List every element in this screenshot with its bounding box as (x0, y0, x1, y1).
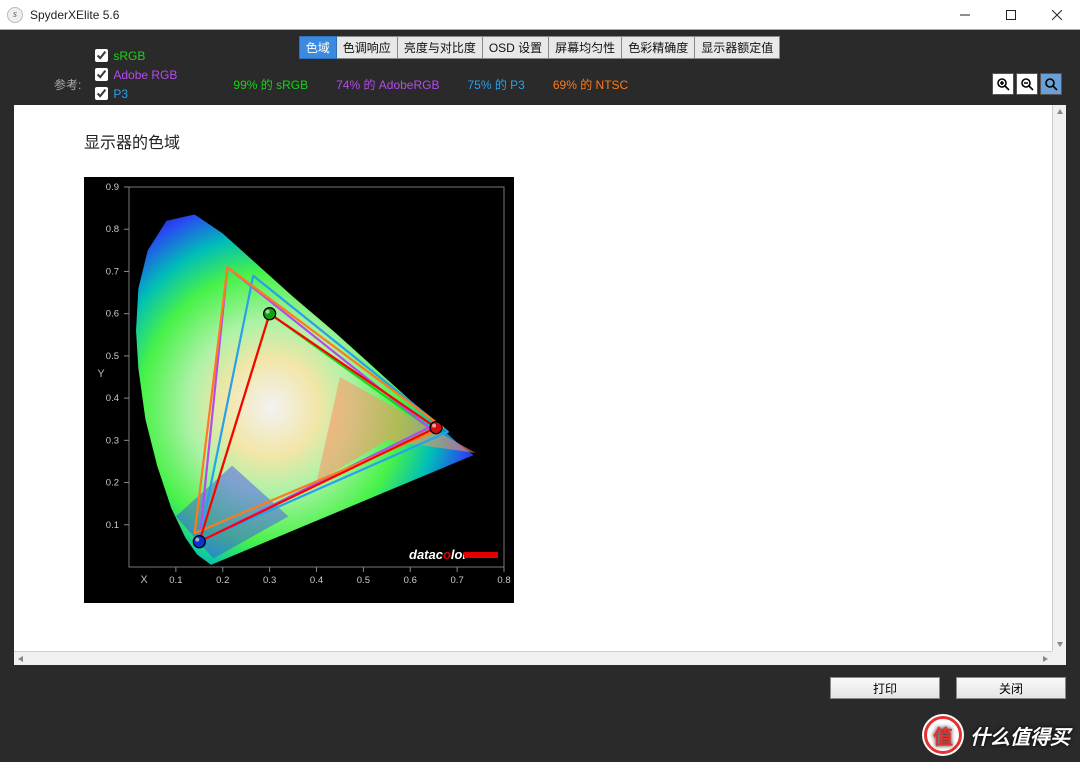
zoom-out-icon[interactable] (1016, 73, 1038, 95)
svg-text:0.3: 0.3 (263, 575, 276, 586)
content-panel: 显示器的色域 0.1 0.2 0.3 0.4 0.5 0.6 0.7 0.8 0.1 0.2 0.3… (14, 105, 1066, 665)
stat-srgb: 99% 的 sRGB (233, 76, 308, 93)
svg-text:0.7: 0.7 (451, 575, 464, 586)
scroll-left-icon[interactable] (14, 652, 28, 665)
zoom-fit-icon[interactable] (1040, 73, 1062, 95)
zoom-in-icon[interactable] (992, 73, 1014, 95)
vertical-scrollbar[interactable] (1052, 105, 1066, 651)
watermark: 值 什么值得买 (924, 714, 1070, 756)
stat-adobe: 74% 的 AdobeRGB (336, 76, 439, 93)
tab-2[interactable]: 亮度与对比度 (397, 36, 483, 59)
svg-text:0.3: 0.3 (106, 435, 119, 446)
filter-checkbox[interactable] (95, 87, 108, 100)
gamut-chart: 0.1 0.2 0.3 0.4 0.5 0.6 0.7 0.8 0.1 0.2 0.3 0.4 0.5 0… (84, 177, 514, 603)
reference-label: 参考: (54, 76, 81, 93)
filter-srgb[interactable]: sRGB (91, 46, 177, 65)
print-button[interactable]: 打印 (830, 677, 940, 699)
window-title: SpyderXElite 5.6 (30, 8, 119, 22)
filter-label: Adobe RGB (113, 68, 177, 82)
svg-text:0.8: 0.8 (106, 224, 119, 235)
tab-6[interactable]: 显示器额定值 (694, 36, 780, 59)
svg-text:0.4: 0.4 (310, 575, 323, 586)
horizontal-scrollbar[interactable] (14, 651, 1052, 665)
watermark-text: 什么值得买 (970, 721, 1070, 750)
filter-label: P3 (113, 87, 128, 101)
svg-text:0.7: 0.7 (106, 266, 119, 277)
scroll-up-icon[interactable] (1053, 105, 1066, 119)
svg-text:0.6: 0.6 (106, 309, 119, 320)
svg-text:0.9: 0.9 (106, 182, 119, 193)
svg-text:0.4: 0.4 (106, 393, 119, 404)
stat-ntsc: 69% 的 NTSC (553, 76, 628, 93)
svg-text:0.6: 0.6 (404, 575, 417, 586)
section-title: 显示器的色域 (84, 129, 1052, 153)
tab-0[interactable]: 色域 (299, 36, 337, 59)
titlebar: s SpyderXElite 5.6 (0, 0, 1080, 30)
filter-checkbox[interactable] (95, 49, 108, 62)
stat-p3: 75% 的 P3 (467, 76, 524, 93)
filter-label: sRGB (113, 49, 145, 63)
filter-adobergb[interactable]: Adobe RGB (91, 65, 177, 84)
svg-text:Y: Y (97, 368, 105, 380)
svg-text:0.5: 0.5 (357, 575, 370, 586)
svg-text:0.5: 0.5 (106, 351, 119, 362)
svg-text:0.1: 0.1 (169, 575, 182, 586)
tab-5[interactable]: 色彩精确度 (621, 36, 695, 59)
filter-p3[interactable]: P3 (91, 84, 177, 103)
close-button[interactable] (1034, 0, 1080, 30)
tab-1[interactable]: 色调响应 (336, 36, 398, 59)
close-dialog-button[interactable]: 关闭 (956, 677, 1066, 699)
svg-text:0.2: 0.2 (106, 478, 119, 489)
minimize-button[interactable] (942, 0, 988, 30)
tab-4[interactable]: 屏幕均匀性 (548, 36, 622, 59)
app-icon: s (7, 7, 23, 23)
maximize-button[interactable] (988, 0, 1034, 30)
tab-3[interactable]: OSD 设置 (482, 36, 549, 59)
svg-text:X: X (140, 574, 148, 586)
coverage-stats: 99% 的 sRGB 74% 的 AdobeRGB 75% 的 P3 69% 的… (233, 76, 628, 93)
filter-checkbox[interactable] (95, 68, 108, 81)
svg-text:datacolor: datacolor (409, 547, 468, 562)
scroll-right-icon[interactable] (1038, 652, 1052, 665)
svg-text:0.1: 0.1 (106, 520, 119, 531)
svg-text:0.8: 0.8 (497, 575, 510, 586)
svg-text:0.2: 0.2 (216, 575, 229, 586)
watermark-badge: 值 (924, 716, 962, 754)
scroll-down-icon[interactable] (1053, 637, 1066, 651)
filter-bar: 参考: sRGBAdobe RGBP3NTSC 99% 的 sRGB 74% 的… (14, 67, 1066, 101)
